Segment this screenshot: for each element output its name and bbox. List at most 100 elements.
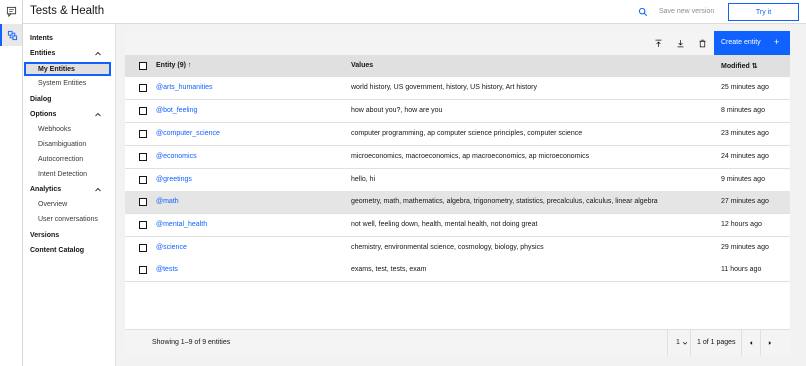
table-row[interactable]: @mental_health not well, feeling down, h… [125, 214, 790, 237]
row-checkbox[interactable] [139, 244, 147, 252]
entity-name-link[interactable]: @computer_science [156, 130, 220, 137]
sidebar-item-disambiguation[interactable]: Disambiguation [38, 141, 86, 148]
sidebar-item-user-conversations[interactable]: User conversations [38, 216, 98, 223]
sidebar-item-intents[interactable]: Intents [30, 35, 53, 42]
entity-name-link[interactable]: @bot_feeling [156, 107, 197, 114]
row-checkbox[interactable] [139, 176, 147, 184]
chevron-up-icon[interactable] [94, 111, 102, 119]
select-all-checkbox[interactable] [139, 62, 147, 70]
entity-values: world history, US government, history, U… [351, 84, 537, 91]
entity-name-link[interactable]: @greetings [156, 176, 192, 183]
modified-time: 8 minutes ago [721, 107, 765, 114]
table-row[interactable]: @greetings hello, hi 9 minutes ago [125, 169, 790, 192]
sidebar-item-analytics[interactable]: Analytics [30, 186, 61, 193]
sidebar-item-system-entities[interactable]: System Entities [38, 80, 86, 87]
entity-header-label: Entity (9) [156, 62, 186, 69]
search-icon[interactable] [636, 5, 650, 19]
entity-name-link[interactable]: @science [156, 244, 187, 251]
sidebar-item-options[interactable]: Options [30, 111, 56, 118]
table-row[interactable]: @tests exams, test, tests, exam 11 hours… [125, 259, 790, 282]
caret-right-icon [768, 341, 772, 345]
entity-column-header[interactable]: Entity (9) ↑ [156, 62, 191, 69]
page-select[interactable]: 1 [667, 330, 691, 356]
sidebar-item-overview[interactable]: Overview [38, 201, 67, 208]
create-entity-label: Create entity [721, 39, 761, 46]
chevron-up-icon[interactable] [94, 50, 102, 58]
chevron-up-icon[interactable] [94, 186, 102, 194]
pagination-bar: Showing 1–9 of 9 entities 1 1 of 1 pages [125, 329, 790, 356]
sidebar-item-my-entities[interactable]: My Entities [24, 62, 111, 76]
entity-values: how about you?, how are you [351, 107, 443, 114]
entity-name-link[interactable]: @mental_health [156, 221, 207, 228]
entity-name-link[interactable]: @arts_humanities [156, 84, 213, 91]
modified-time: 24 minutes ago [721, 153, 769, 160]
showing-count: Showing 1–9 of 9 entities [152, 339, 231, 346]
entity-values: not well, feeling down, health, mental h… [351, 221, 538, 228]
entity-values: geometry, math, mathematics, algebra, tr… [351, 198, 658, 205]
table-row[interactable]: @science chemistry, environmental scienc… [125, 237, 790, 260]
modified-column-header[interactable]: Modified ⇅ [721, 62, 758, 70]
entity-name-link[interactable]: @math [156, 198, 179, 205]
page-of-text: 1 of 1 pages [697, 339, 736, 346]
download-icon[interactable] [673, 36, 687, 50]
modified-time: 25 minutes ago [721, 84, 769, 91]
sidebar-item-dialog[interactable]: Dialog [30, 96, 51, 103]
modified-header-label: Modified [721, 63, 750, 70]
row-checkbox[interactable] [139, 266, 147, 274]
sidebar-item-intent-detection[interactable]: Intent Detection [38, 171, 87, 178]
modified-time: 12 hours ago [721, 221, 762, 228]
entities-panel: Create entity + Entity (9) ↑ Values Modi… [125, 31, 790, 356]
modified-time: 29 minutes ago [721, 244, 769, 251]
chat-icon[interactable] [0, 0, 22, 22]
plus-icon: + [774, 37, 780, 47]
skills-icon[interactable] [0, 24, 22, 46]
table-toolbar: Create entity + [125, 31, 790, 55]
previous-page-button[interactable] [741, 330, 760, 356]
row-checkbox[interactable] [139, 221, 147, 229]
next-page-button[interactable] [760, 330, 779, 356]
table-row[interactable]: @bot_feeling how about you?, how are you… [125, 100, 790, 123]
entity-values: computer programming, ap computer scienc… [351, 130, 583, 137]
entity-values: hello, hi [351, 176, 376, 183]
entity-values: chemistry, environmental science, cosmol… [351, 244, 544, 251]
sidebar-item-webhooks[interactable]: Webhooks [38, 126, 71, 133]
row-checkbox[interactable] [139, 107, 147, 115]
row-checkbox[interactable] [139, 84, 147, 92]
entity-name-link[interactable]: @tests [156, 266, 178, 273]
table-row[interactable]: @economics microeconomics, macroeconomic… [125, 146, 790, 169]
sidebar-item-autocorrection[interactable]: Autocorrection [38, 156, 83, 163]
modified-time: 23 minutes ago [721, 130, 769, 137]
caret-left-icon [749, 341, 753, 345]
sidebar-item-versions[interactable]: Versions [30, 232, 59, 239]
modified-time: 11 hours ago [721, 266, 762, 273]
row-checkbox[interactable] [139, 130, 147, 138]
entity-values: exams, test, tests, exam [351, 266, 427, 273]
sort-ascending-icon[interactable]: ↑ [188, 62, 192, 69]
create-entity-button[interactable]: Create entity + [714, 31, 790, 55]
sidebar-item-content-catalog[interactable]: Content Catalog [30, 247, 84, 254]
table-row[interactable]: @arts_humanities world history, US gover… [125, 77, 790, 100]
entity-name-link[interactable]: @economics [156, 153, 197, 160]
upload-icon[interactable] [651, 36, 665, 50]
modified-time: 9 minutes ago [721, 176, 765, 183]
sidebar-item-entities[interactable]: Entities [30, 50, 55, 57]
row-checkbox[interactable] [139, 198, 147, 206]
page-select-value: 1 [676, 339, 680, 346]
values-column-header: Values [351, 62, 374, 69]
try-it-button[interactable]: Try it [728, 3, 799, 21]
page-title: Tests & Health [30, 5, 105, 17]
table-row[interactable]: @computer_science computer programming, … [125, 123, 790, 146]
icon-rail [0, 0, 23, 366]
sidebar-item-label: My Entities [38, 66, 75, 73]
table-row[interactable]: @math geometry, math, mathematics, algeb… [125, 191, 790, 214]
row-checkbox[interactable] [139, 153, 147, 161]
save-new-version-button[interactable]: Save new version [659, 8, 714, 15]
table-header: Entity (9) ↑ Values Modified ⇅ [125, 55, 790, 77]
sidebar: Intents Entities My Entities System Enti… [23, 24, 116, 366]
top-header: Tests & Health Save new version Try it [23, 0, 806, 24]
modified-time: 27 minutes ago [721, 198, 769, 205]
trash-icon[interactable] [695, 36, 709, 50]
chevron-down-icon [682, 341, 688, 345]
entity-values: microeconomics, macroeconomics, ap macro… [351, 153, 590, 160]
sort-icon[interactable]: ⇅ [752, 63, 758, 70]
